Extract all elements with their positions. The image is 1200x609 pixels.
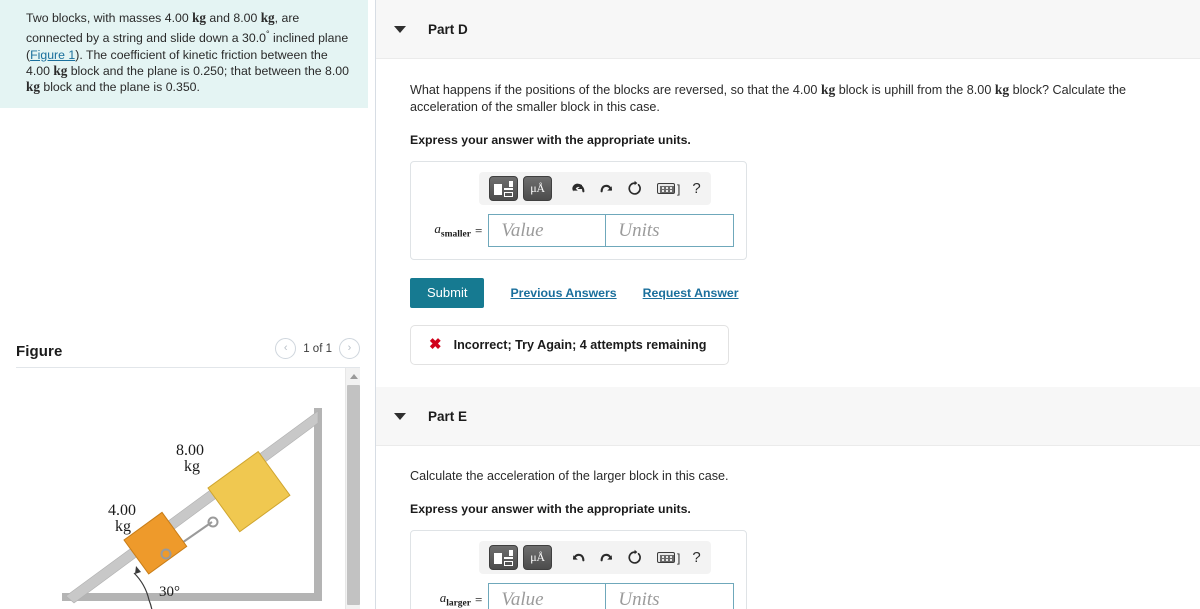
- reset-icon[interactable]: [621, 545, 647, 571]
- part-e-var-subscript: larger: [446, 598, 471, 609]
- part-d-unit-kg-1: kg: [820, 82, 836, 97]
- problem-text-7: block and the plane is 0.350.: [39, 80, 200, 95]
- figure-prev-button[interactable]: ‹: [275, 338, 297, 359]
- part-e-answer-variable: alarger: [423, 590, 475, 609]
- part-d-previous-answers-link[interactable]: Previous Answers: [510, 286, 616, 300]
- large-block-mass-unit: kg: [184, 458, 200, 475]
- part-d-actions: Submit Previous Answers Request Answer: [410, 278, 1200, 308]
- chevron-up-icon: [349, 373, 358, 379]
- help-icon[interactable]: ?: [692, 549, 700, 566]
- figure-counter: 1 of 1: [303, 342, 332, 355]
- page-root: Two blocks, with masses 4.00 kg and 8.00…: [0, 0, 1200, 609]
- part-e-answer-widget: μÅ ] ? alarger = Value Units: [410, 530, 748, 609]
- part-d-request-answer-link[interactable]: Request Answer: [643, 286, 739, 300]
- part-e-units-label: μÅ: [530, 550, 545, 564]
- part-e-question: Calculate the acceleration of the larger…: [410, 469, 729, 483]
- large-block-mass-value: 8.00: [176, 442, 204, 459]
- part-d-unit-kg-2: kg: [994, 82, 1010, 97]
- unit-kg-3: kg: [53, 62, 68, 78]
- figure-nav: ‹ 1 of 1 ›: [275, 338, 360, 359]
- keyboard-icon[interactable]: ]: [657, 182, 680, 196]
- problem-statement: Two blocks, with masses 4.00 kg and 8.00…: [0, 0, 368, 108]
- unit-kg-4: kg: [26, 79, 40, 95]
- part-e-value-input[interactable]: Value: [488, 583, 607, 609]
- part-e-answer-toolbar: μÅ ] ?: [479, 541, 711, 574]
- problem-text-6: block and the plane is 0.250; that betwe…: [67, 63, 349, 78]
- reset-icon[interactable]: [621, 176, 647, 202]
- part-d-title: Part D: [428, 21, 468, 37]
- small-block-mass-unit: kg: [115, 518, 131, 535]
- part-d-submit-button[interactable]: Submit: [410, 278, 485, 308]
- part-d-keyboard-bracket: ]: [677, 181, 681, 196]
- undo-icon[interactable]: [565, 176, 591, 202]
- figure-title: Figure: [16, 342, 63, 360]
- figure-1-link[interactable]: Figure 1: [30, 48, 75, 62]
- part-d-value-input[interactable]: Value: [488, 214, 607, 247]
- part-d-answer-variable: asmaller: [423, 221, 475, 240]
- part-d-answer-widget: μÅ ] ? asmaller = Value Units: [410, 161, 748, 260]
- keyboard-icon[interactable]: ]: [657, 551, 680, 565]
- redo-icon[interactable]: [593, 176, 619, 202]
- units-mu-angstrom-icon[interactable]: μÅ: [523, 545, 552, 570]
- chevron-down-icon[interactable]: [394, 412, 406, 420]
- incline-diagram: 4.00 kg 8.00 kg 30°: [62, 408, 322, 609]
- figure-header: Figure ‹ 1 of 1 ›: [0, 336, 376, 366]
- help-icon[interactable]: ?: [692, 180, 700, 197]
- part-e-units-input[interactable]: Units: [606, 583, 735, 609]
- figure-scroll-thumb[interactable]: [347, 385, 360, 605]
- redo-icon[interactable]: [593, 545, 619, 571]
- part-e-keyboard-bracket: ]: [677, 550, 681, 565]
- part-d-units-input[interactable]: Units: [606, 214, 735, 247]
- template-icon[interactable]: [489, 176, 518, 201]
- units-mu-angstrom-icon[interactable]: μÅ: [523, 176, 552, 201]
- chevron-down-icon[interactable]: [394, 25, 406, 33]
- left-panel: Two blocks, with masses 4.00 kg and 8.00…: [0, 0, 376, 609]
- figure-scroll-up-button[interactable]: [346, 368, 360, 384]
- part-d-instruction: Express your answer with the appropriate…: [410, 133, 691, 147]
- part-e-title: Part E: [428, 408, 468, 424]
- part-d-question-text-2: block is uphill from the 8.00: [835, 83, 995, 97]
- undo-icon[interactable]: [565, 545, 591, 571]
- unit-kg-1: kg: [192, 10, 207, 25]
- part-d-question: What happens if the positions of the blo…: [410, 81, 1175, 116]
- part-e-instruction: Express your answer with the appropriate…: [410, 502, 691, 516]
- part-e-body: Calculate the acceleration of the larger…: [376, 446, 1200, 609]
- small-block-mass-value: 4.00: [108, 502, 136, 519]
- part-d-var-subscript: smaller: [440, 229, 471, 240]
- unit-kg-2: kg: [260, 10, 275, 25]
- problem-text-1: Two blocks, with masses 4.00: [26, 11, 193, 25]
- part-d-header[interactable]: Part D: [376, 0, 1200, 59]
- close-icon: ✖: [429, 336, 442, 353]
- part-e-header[interactable]: Part E: [376, 387, 1200, 446]
- part-d-feedback: ✖ Incorrect; Try Again; 4 attempts remai…: [410, 325, 730, 365]
- part-d-feedback-text: Incorrect; Try Again; 4 attempts remaini…: [453, 337, 707, 352]
- part-d-answer-row: asmaller = Value Units: [423, 214, 735, 247]
- right-panel: Part D What happens if the positions of …: [376, 0, 1200, 609]
- part-d-body: What happens if the positions of the blo…: [376, 59, 1200, 365]
- part-e-answer-row: alarger = Value Units: [423, 583, 735, 609]
- figure-next-button[interactable]: ›: [339, 338, 360, 359]
- incline-angle-label: 30°: [159, 584, 180, 600]
- template-icon[interactable]: [489, 545, 518, 570]
- figure-scrollbar[interactable]: [345, 368, 360, 609]
- part-d-answer-toolbar: μÅ ] ?: [479, 172, 711, 205]
- problem-text-2: and 8.00: [206, 11, 261, 25]
- part-e-equals-sign: =: [475, 591, 483, 607]
- part-d-equals-sign: =: [475, 222, 483, 238]
- figure-viewport: 4.00 kg 8.00 kg 30°: [16, 367, 360, 609]
- part-d-question-text-1: What happens if the positions of the blo…: [410, 83, 821, 97]
- part-d-units-label: μÅ: [530, 181, 545, 195]
